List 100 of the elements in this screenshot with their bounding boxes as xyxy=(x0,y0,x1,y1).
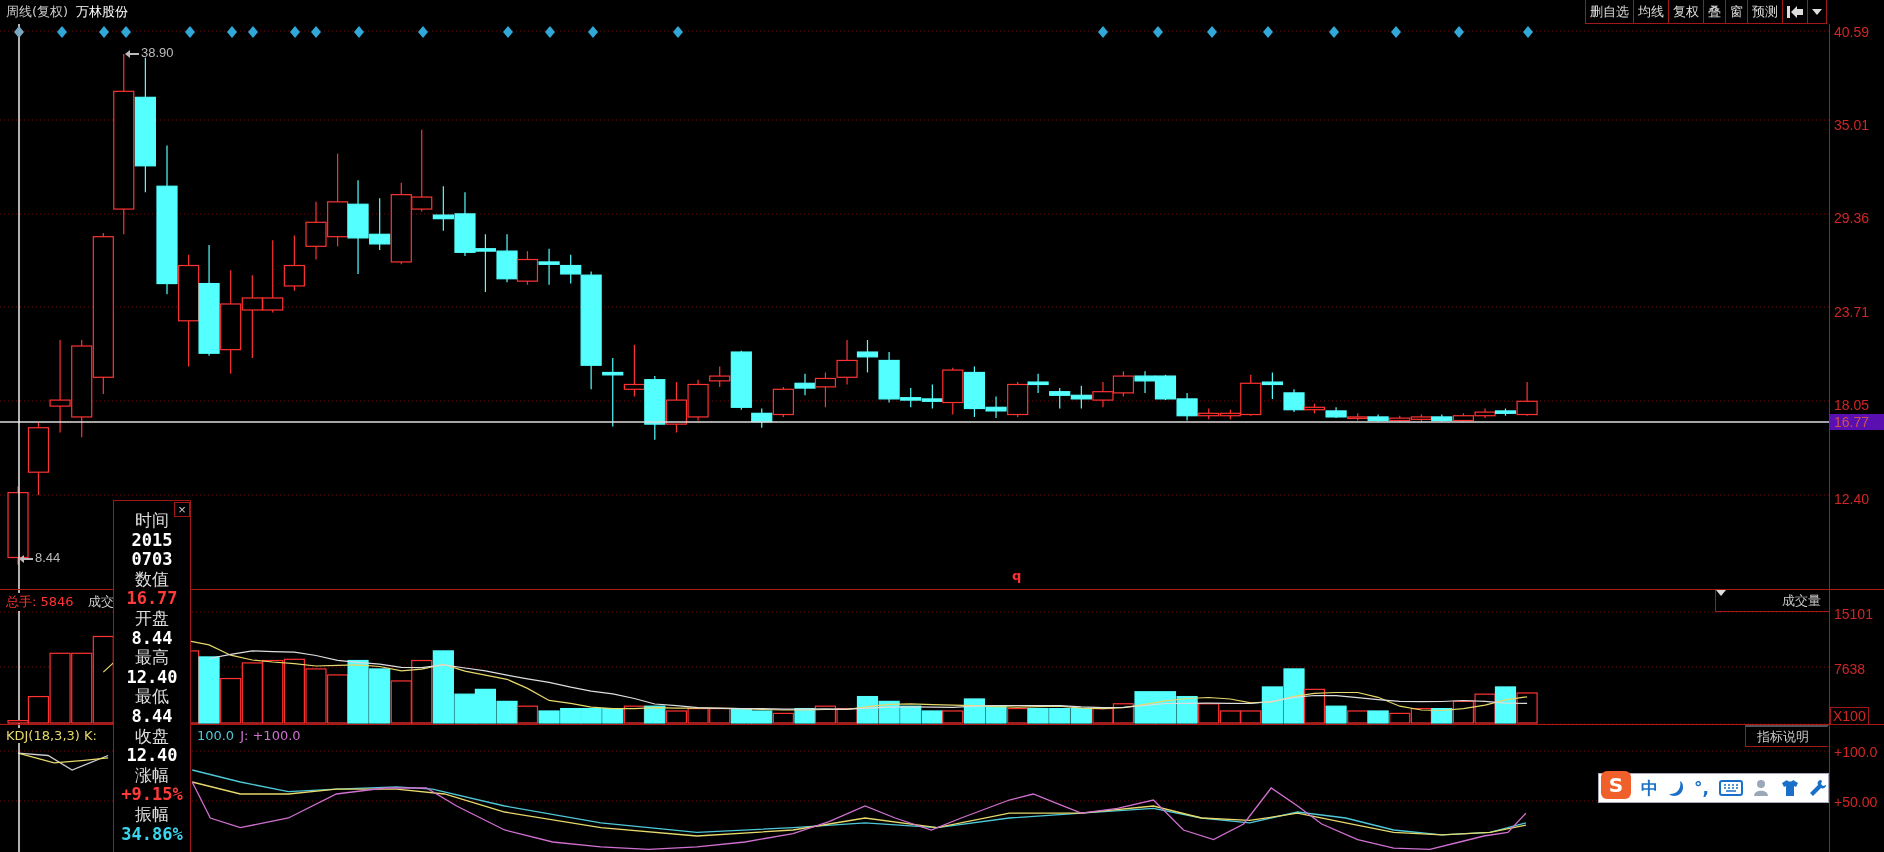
price-axis-label: 35.01 xyxy=(1834,116,1870,133)
diamond-icon xyxy=(1263,26,1273,38)
volume-bar xyxy=(516,705,539,724)
skip-to-start-icon xyxy=(1787,5,1803,18)
diamond-icon xyxy=(1454,26,1464,38)
volume-bar xyxy=(305,668,327,724)
indicator-dropdown[interactable]: 成交量 xyxy=(1715,590,1829,612)
volume-unit-label: X100 xyxy=(1830,707,1869,725)
kdj-axis-label: +100.0 xyxy=(1834,744,1878,760)
candlestick xyxy=(496,233,518,283)
volume-bar xyxy=(1176,695,1198,724)
volume-bar xyxy=(327,674,349,724)
close-button[interactable]: × xyxy=(174,502,190,517)
candlestick xyxy=(1134,370,1156,394)
volume-bar xyxy=(1049,708,1071,724)
diamond-icon xyxy=(1207,26,1217,38)
diamond-icon xyxy=(99,26,109,38)
volume-bar xyxy=(1070,708,1092,724)
volume-bar xyxy=(1389,712,1411,724)
punctuation-toggle[interactable]: °, xyxy=(1694,778,1709,798)
volume-bar xyxy=(1027,708,1049,724)
field-value: 34.86% xyxy=(121,824,183,845)
volume-axis-label: 15101 xyxy=(1834,606,1873,622)
candlestick xyxy=(1325,406,1347,419)
volume-bar xyxy=(262,659,284,724)
candlestick xyxy=(1070,385,1092,410)
volume-bar xyxy=(772,712,794,724)
candlestick xyxy=(474,233,496,293)
candlestick xyxy=(665,381,688,434)
indicator-help-button[interactable]: 指标说明 xyxy=(1745,725,1829,747)
diamond-icon xyxy=(290,26,300,38)
candlestick xyxy=(836,339,858,386)
left-arrow-icon xyxy=(19,555,33,563)
kdj-axis-label: +50.00 xyxy=(1834,794,1878,810)
volume-bar xyxy=(1007,708,1029,724)
volume-bar xyxy=(1347,710,1369,724)
volume-bar xyxy=(538,710,560,724)
field-label: 涨幅 xyxy=(135,765,169,786)
indicator-name: 成交 xyxy=(87,593,114,611)
volume-bar xyxy=(665,710,688,724)
field-value: 0703 xyxy=(131,550,173,570)
volume-bar xyxy=(1410,708,1432,724)
candlestick xyxy=(1049,387,1071,410)
field-label: 收盘 xyxy=(135,726,169,747)
volume-bar xyxy=(1154,691,1177,724)
cursor-mark: q xyxy=(1012,568,1022,583)
volume-bar xyxy=(283,658,305,724)
diamond-icon xyxy=(185,26,195,38)
volume-bar xyxy=(900,705,922,724)
moon-icon xyxy=(1668,779,1684,797)
volume-bar xyxy=(751,710,773,724)
diamond-icon xyxy=(311,26,321,38)
candlestick xyxy=(1474,407,1496,419)
diamond-icon xyxy=(588,26,598,38)
input-mode-toggle[interactable]: 中 xyxy=(1641,776,1658,800)
volume-bar xyxy=(241,662,263,724)
field-label: 最低 xyxy=(135,687,169,707)
field-value: 2015 xyxy=(131,530,173,551)
field-label: 振幅 xyxy=(135,804,169,825)
indicator-value: 100.0 xyxy=(196,728,235,743)
diamond-icon xyxy=(545,26,555,38)
volume-bar xyxy=(1516,692,1538,724)
chart-period-label: 周线(复权) xyxy=(6,3,69,21)
candlestick xyxy=(644,375,666,441)
volume-bar xyxy=(623,705,645,724)
candlestick xyxy=(1347,412,1369,422)
candlestick xyxy=(1410,413,1432,423)
volume-bar xyxy=(985,705,1007,724)
diamond-icon xyxy=(1523,26,1533,38)
caret-icon xyxy=(1716,590,1726,596)
price-axis-label: 23.71 xyxy=(1834,303,1870,320)
diamond-icon xyxy=(121,26,131,38)
volume-bar xyxy=(814,705,837,724)
volume-bar xyxy=(1474,693,1496,724)
ime-logo: S xyxy=(1601,771,1631,799)
field-label: 开盘 xyxy=(135,608,169,629)
indicator-name: KDJ(18,3,3) K: xyxy=(6,728,97,743)
keyboard-icon xyxy=(1718,780,1743,796)
volume-bar xyxy=(71,652,93,724)
diamond-icon xyxy=(227,26,237,38)
candlestick xyxy=(538,248,560,286)
diamond-icon xyxy=(248,26,258,38)
diamond-icon xyxy=(14,26,24,38)
price-axis-label: 29.36 xyxy=(1834,210,1870,227)
diamond-icon xyxy=(1329,26,1339,38)
diamond-icon xyxy=(673,26,683,38)
diamond-icon xyxy=(1098,26,1108,38)
shirt-icon xyxy=(1780,779,1799,797)
candlestick xyxy=(1431,413,1453,423)
price-value: 8.44 xyxy=(35,550,61,565)
volume-bar xyxy=(1367,710,1389,724)
price-axis-label: 12.40 xyxy=(1834,491,1870,507)
field-value: 12.40 xyxy=(126,746,178,766)
total-volume-label: 总手: 5846 xyxy=(6,593,74,611)
diamond-icon xyxy=(418,26,428,38)
diamond-icon xyxy=(57,26,67,38)
candlestick xyxy=(516,250,539,286)
field-value: 8.44 xyxy=(131,628,173,648)
candlestick xyxy=(1452,412,1475,423)
diamond-icon xyxy=(503,26,513,38)
